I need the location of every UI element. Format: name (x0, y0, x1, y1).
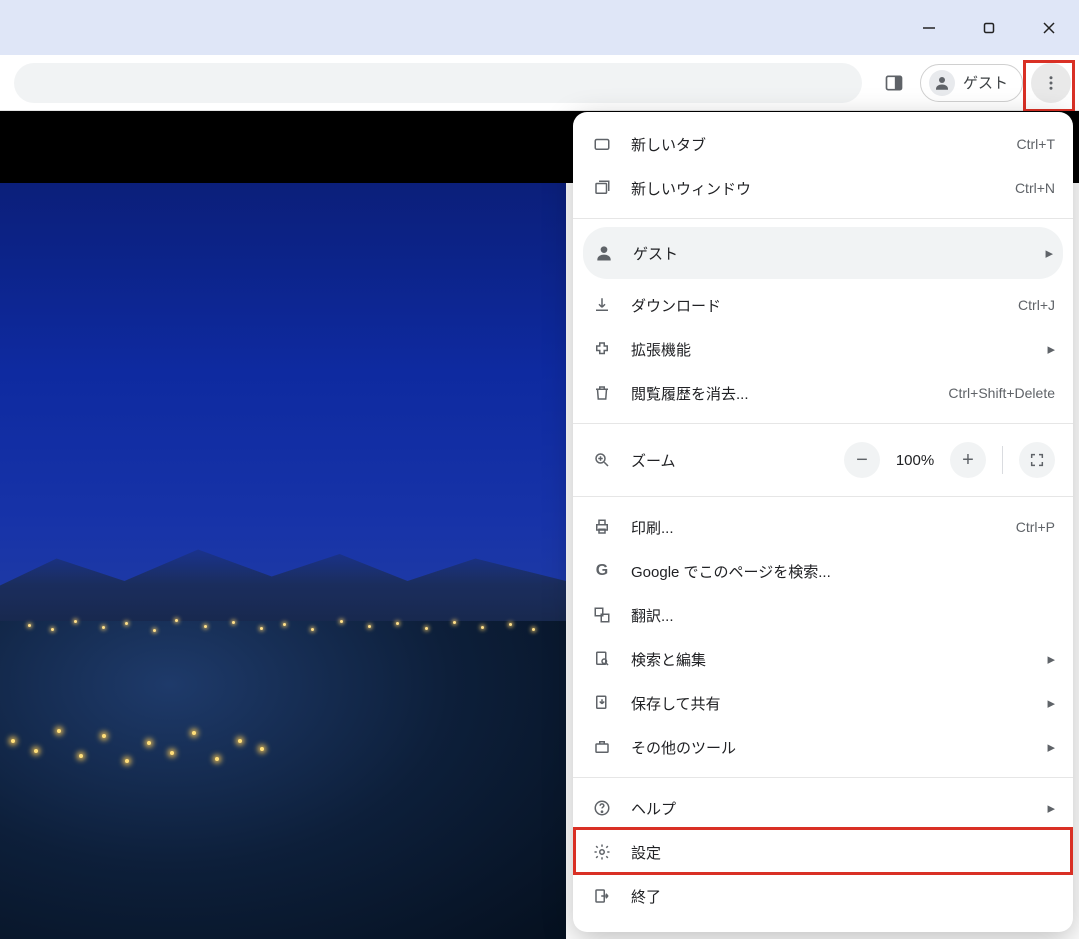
minimize-button[interactable] (899, 0, 959, 55)
exit-icon (591, 887, 613, 905)
menu-item-label: ダウンロード (631, 295, 1000, 316)
menu-separator (573, 777, 1073, 778)
chevron-right-icon: ▸ (1047, 650, 1055, 668)
zoom-in-button[interactable]: + (950, 442, 986, 478)
menu-print[interactable]: 印刷... Ctrl+P (573, 505, 1073, 549)
customize-menu-button[interactable] (1031, 63, 1071, 103)
menu-item-label: 終了 (631, 886, 1055, 907)
browser-toolbar: ゲスト (0, 55, 1079, 111)
background-image-night-sky (0, 183, 566, 939)
zoom-label: ズーム (631, 450, 826, 471)
menu-more-tools[interactable]: その他のツール ▸ (573, 725, 1073, 769)
menu-item-label: 新しいタブ (631, 134, 999, 155)
briefcase-icon (591, 738, 613, 756)
menu-guest[interactable]: ゲスト ▸ (583, 227, 1063, 279)
menu-help[interactable]: ヘルプ ▸ (573, 786, 1073, 830)
menu-item-label: 新しいウィンドウ (631, 178, 997, 199)
gear-icon (591, 843, 613, 861)
menu-save-share[interactable]: 保存して共有 ▸ (573, 681, 1073, 725)
address-bar[interactable] (14, 63, 862, 103)
menu-clear-history[interactable]: 閲覧履歴を消去... Ctrl+Shift+Delete (573, 371, 1073, 415)
extension-icon (591, 340, 613, 358)
chevron-right-icon: ▸ (1047, 340, 1055, 358)
guest-avatar-icon (929, 70, 955, 96)
menu-translate[interactable]: 翻訳... (573, 593, 1073, 637)
translate-icon (591, 606, 613, 624)
close-button[interactable] (1019, 0, 1079, 55)
person-icon (593, 243, 615, 263)
profile-guest-chip[interactable]: ゲスト (920, 64, 1023, 102)
fullscreen-button[interactable] (1019, 442, 1055, 478)
menu-item-label: 設定 (631, 842, 1055, 863)
window-icon (591, 179, 613, 197)
chrome-menu: 新しいタブ Ctrl+T 新しいウィンドウ Ctrl+N ゲスト ▸ ダウンロー… (573, 112, 1073, 932)
menu-item-label: Google でこのページを検索... (631, 561, 1055, 582)
divider (1002, 446, 1003, 474)
menu-exit[interactable]: 終了 (573, 874, 1073, 918)
zoom-icon (591, 451, 613, 469)
menu-separator (573, 218, 1073, 219)
chevron-right-icon: ▸ (1047, 694, 1055, 712)
menu-downloads[interactable]: ダウンロード Ctrl+J (573, 283, 1073, 327)
menu-google-search[interactable]: G Google でこのページを検索... (573, 549, 1073, 593)
window-titlebar (0, 0, 1079, 55)
menu-item-shortcut: Ctrl+T (1017, 136, 1056, 152)
menu-item-label: 印刷... (631, 517, 998, 538)
menu-item-label: ゲスト (633, 243, 1027, 264)
chevron-right-icon: ▸ (1047, 738, 1055, 756)
trash-icon (591, 384, 613, 402)
menu-item-label: 検索と編集 (631, 649, 1029, 670)
save-icon (591, 694, 613, 712)
menu-new-tab[interactable]: 新しいタブ Ctrl+T (573, 122, 1073, 166)
download-icon (591, 296, 613, 314)
menu-item-shortcut: Ctrl+N (1015, 180, 1055, 196)
menu-item-shortcut: Ctrl+Shift+Delete (948, 385, 1055, 401)
zoom-out-button[interactable]: − (844, 442, 880, 478)
menu-item-label: 閲覧履歴を消去... (631, 383, 930, 404)
zoom-value: 100% (892, 452, 938, 469)
menu-find-edit[interactable]: 検索と編集 ▸ (573, 637, 1073, 681)
help-icon (591, 799, 613, 817)
menu-item-label: 保存して共有 (631, 693, 1029, 714)
menu-zoom: ズーム − 100% + (573, 432, 1073, 488)
side-panel-icon[interactable] (876, 65, 912, 101)
menu-item-label: 翻訳... (631, 605, 1055, 626)
menu-item-label: その他のツール (631, 737, 1029, 758)
print-icon (591, 518, 613, 536)
menu-item-label: 拡張機能 (631, 339, 1029, 360)
tab-icon (591, 135, 613, 153)
chevron-right-icon: ▸ (1047, 799, 1055, 817)
menu-separator (573, 423, 1073, 424)
menu-item-shortcut: Ctrl+P (1016, 519, 1055, 535)
find-icon (591, 650, 613, 668)
menu-item-shortcut: Ctrl+J (1018, 297, 1055, 313)
menu-new-window[interactable]: 新しいウィンドウ Ctrl+N (573, 166, 1073, 210)
maximize-button[interactable] (959, 0, 1019, 55)
menu-extensions[interactable]: 拡張機能 ▸ (573, 327, 1073, 371)
guest-chip-label: ゲスト (963, 72, 1008, 93)
google-icon: G (591, 562, 613, 580)
menu-settings[interactable]: 設定 (573, 830, 1073, 874)
chevron-right-icon: ▸ (1045, 244, 1053, 262)
menu-separator (573, 496, 1073, 497)
menu-item-label: ヘルプ (631, 798, 1029, 819)
